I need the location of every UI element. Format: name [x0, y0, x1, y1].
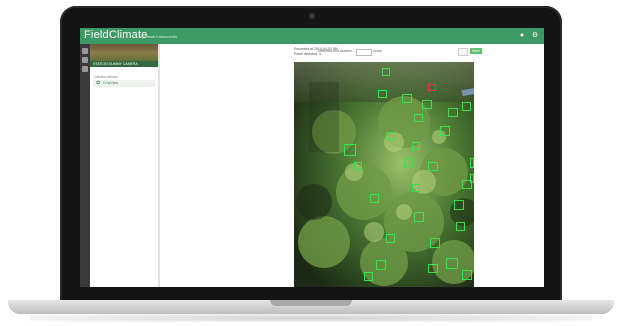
laptop-screen: FieldClimate by Pessl Instruments ● ⚙ ST… — [80, 28, 544, 287]
home-icon[interactable] — [82, 48, 88, 54]
detection-box[interactable] — [430, 238, 440, 248]
detection-box[interactable] — [428, 84, 436, 91]
detection-box[interactable] — [364, 272, 373, 281]
count-unit: count — [373, 49, 382, 53]
save-button[interactable]: Save — [470, 48, 482, 54]
detection-box[interactable] — [344, 144, 356, 156]
detection-box[interactable] — [446, 258, 458, 269]
app-header: FieldClimate by Pessl Instruments ● ⚙ — [80, 28, 544, 44]
sidebar-section-label: Camera device — [94, 75, 118, 79]
detection-box[interactable] — [370, 194, 379, 203]
station-label[interactable]: STATION DUMMY CAMERA — [90, 61, 158, 67]
camera-icon[interactable] — [82, 66, 88, 72]
detection-box[interactable] — [462, 102, 471, 111]
count-label: Detected fruit clusters — [318, 49, 352, 53]
detection-box[interactable] — [412, 184, 420, 192]
laptop-base-notch — [270, 300, 352, 306]
icon-rail — [80, 44, 90, 287]
sidebar-item-cropview[interactable]: ✿ CropView — [93, 80, 155, 87]
sidebar: STATION DUMMY CAMERA Camera device ✿ Cro… — [90, 44, 160, 287]
leaf-icon: ✿ — [96, 80, 101, 86]
detection-box[interactable] — [440, 126, 450, 136]
detection-box[interactable] — [414, 114, 423, 122]
detection-box[interactable] — [376, 260, 386, 270]
secondary-button[interactable] — [458, 48, 468, 56]
detection-box[interactable] — [454, 200, 464, 210]
detection-box[interactable] — [386, 132, 395, 140]
user-icon[interactable]: ● — [518, 32, 526, 40]
detection-box[interactable] — [462, 180, 472, 189]
detection-box[interactable] — [470, 158, 474, 168]
detection-box[interactable] — [382, 68, 390, 76]
detection-box[interactable] — [448, 108, 458, 117]
orchard-image[interactable] — [294, 62, 474, 287]
laptop-shadow — [30, 314, 592, 322]
brand-subtitle: by Pessl Instruments — [140, 34, 178, 39]
detection-box[interactable] — [354, 162, 362, 170]
brand-title[interactable]: FieldClimate — [84, 29, 148, 41]
main-panel: Recorded at 2019-04-01 08: Pests detecte… — [160, 44, 544, 287]
detection-box[interactable] — [414, 212, 424, 222]
detection-box[interactable] — [404, 158, 413, 167]
station-icon[interactable] — [82, 57, 88, 63]
detection-box[interactable] — [412, 142, 420, 150]
settings-icon[interactable]: ⚙ — [531, 32, 539, 40]
detection-box[interactable] — [456, 222, 465, 231]
detection-box[interactable] — [428, 162, 438, 171]
detection-box[interactable] — [402, 94, 412, 103]
count-input[interactable] — [356, 49, 372, 56]
detection-box[interactable] — [386, 234, 395, 243]
detection-box[interactable] — [422, 100, 432, 109]
detection-box[interactable] — [428, 264, 438, 273]
sidebar-item-label: CropView — [103, 81, 119, 85]
detection-box[interactable] — [378, 90, 387, 98]
detection-box[interactable] — [462, 270, 472, 280]
record-meta-2: Pests detected: 0 — [294, 52, 322, 56]
camera-dot — [309, 13, 315, 19]
